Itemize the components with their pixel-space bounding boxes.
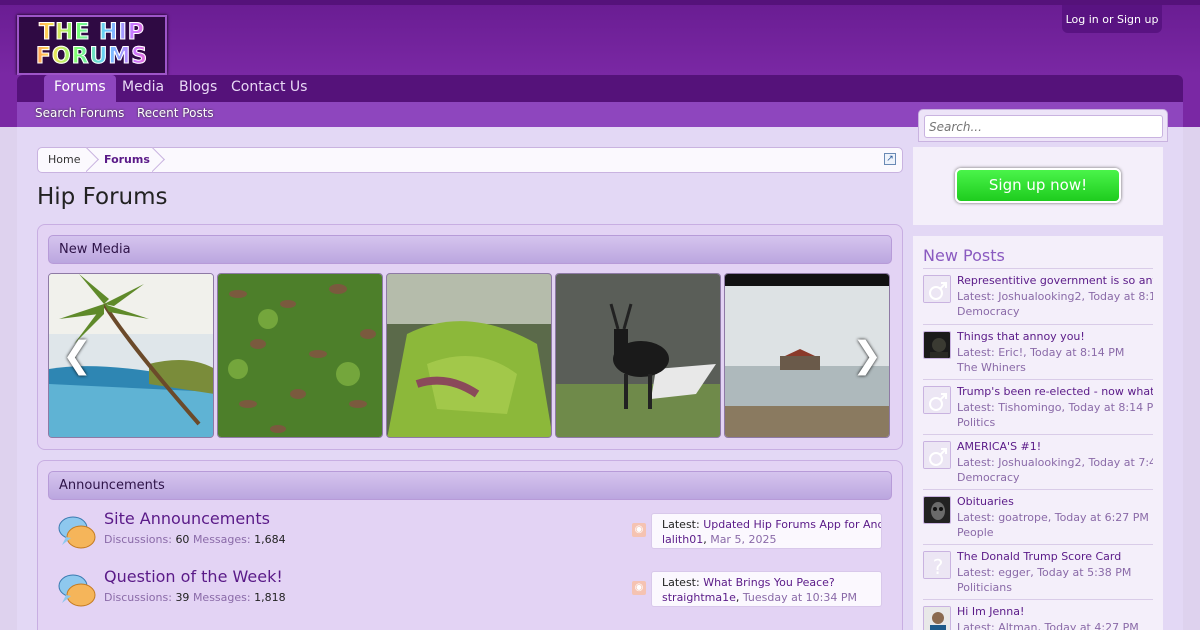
page-title: Hip Forums xyxy=(37,184,168,210)
media-thumbnail[interactable] xyxy=(555,273,721,438)
user-avatar[interactable] xyxy=(923,496,951,524)
latest-label: Latest: xyxy=(662,576,700,589)
site-logo[interactable]: THE HIP FORUMS xyxy=(17,15,167,75)
new-post-title[interactable]: Representitive government is so antiq... xyxy=(957,274,1153,287)
new-post-latest: Latest: egger, Today at 5:38 PM xyxy=(957,566,1132,579)
new-post-forum[interactable]: Democracy xyxy=(957,305,1020,318)
messages-label: Messages: xyxy=(192,591,251,604)
new-post-latest: Latest: goatrope, Today at 6:27 PM xyxy=(957,511,1149,524)
discussions-label: Discussions: xyxy=(104,533,172,546)
forum-speech-bubbles-icon xyxy=(58,574,96,607)
breadcrumb-forums[interactable]: Forums xyxy=(104,153,150,166)
discussions-count: 60 xyxy=(175,533,190,546)
new-post-item: Obituaries Latest: goatrope, Today at 6:… xyxy=(923,489,1153,544)
latest-thread-link[interactable]: What Brings You Peace? xyxy=(703,576,835,589)
search-box xyxy=(918,109,1168,142)
latest-post-box: Latest: Updated Hip Forums App for And..… xyxy=(651,513,882,549)
forum-speech-bubbles-icon xyxy=(58,516,96,549)
forum-title[interactable]: Site Announcements xyxy=(104,509,270,528)
breadcrumb-home[interactable]: Home xyxy=(48,153,80,166)
media-thumbnail[interactable] xyxy=(217,273,383,438)
forum-title[interactable]: Question of the Week! xyxy=(104,567,283,586)
new-post-title[interactable]: AMERICA'S #1! xyxy=(957,440,1153,453)
new-post-forum[interactable]: People xyxy=(957,526,994,539)
new-post-title[interactable]: Trump's been re-elected - now what? xyxy=(957,385,1153,398)
signup-panel: Sign up now! xyxy=(913,147,1163,225)
search-input[interactable] xyxy=(924,115,1163,138)
carousel-next-arrow[interactable]: ❯ xyxy=(852,335,882,376)
new-post-title[interactable]: Hi Im Jenna! xyxy=(957,605,1153,618)
latest-thread-link[interactable]: Updated Hip Forums App for And... xyxy=(703,518,881,531)
media-thumbnail[interactable] xyxy=(386,273,552,438)
new-posts-panel: New Posts Representitive government is s… xyxy=(913,236,1163,630)
new-post-latest: Latest: Tishomingo, Today at 8:14 PM xyxy=(957,401,1153,414)
new-post-forum[interactable]: The Whiners xyxy=(957,361,1026,374)
new-post-latest: Latest: Eric!, Today at 8:14 PM xyxy=(957,346,1125,359)
signup-button[interactable]: Sign up now! xyxy=(955,168,1121,203)
new-post-item: Hi Im Jenna! Latest: Altman, Today at 4:… xyxy=(923,599,1153,630)
forum-stats: Discussions: 39 Messages: 1,818 xyxy=(104,591,286,604)
header-bar: THE HIP FORUMS Log in or Sign up xyxy=(0,0,1200,75)
tab-media[interactable]: Media xyxy=(122,75,164,102)
tab-blogs[interactable]: Blogs xyxy=(179,75,217,102)
tab-contact-us[interactable]: Contact Us xyxy=(231,75,307,102)
new-post-title[interactable]: The Donald Trump Score Card xyxy=(957,550,1153,563)
new-post-latest: Latest: Joshualooking2, Today at 8:17... xyxy=(957,290,1153,303)
announcements-heading: Announcements xyxy=(48,471,892,500)
latest-date: Tuesday at 10:34 PM xyxy=(742,591,857,604)
new-media-heading: New Media xyxy=(48,235,892,264)
messages-label: Messages: xyxy=(192,533,251,546)
forum-stats: Discussions: 60 Messages: 1,684 xyxy=(104,533,286,546)
forum-row: Site Announcements Discussions: 60 Messa… xyxy=(38,507,904,563)
new-posts-title: New Posts xyxy=(923,246,1005,265)
nav-tabs: Forums Media Blogs Contact Us xyxy=(17,75,1183,102)
discussions-count: 39 xyxy=(175,591,190,604)
latest-date: Mar 5, 2025 xyxy=(710,533,777,546)
logo-text: THE HIP FORUMS xyxy=(22,20,162,69)
login-signup-link[interactable]: Log in or Sign up xyxy=(1062,5,1162,33)
discussions-label: Discussions: xyxy=(104,591,172,604)
messages-count: 1,818 xyxy=(254,591,286,604)
announcements-section: Announcements Site Announcements Discuss… xyxy=(37,460,903,630)
recent-posts-link[interactable]: Recent Posts xyxy=(137,106,214,120)
user-avatar[interactable] xyxy=(923,331,951,359)
new-post-forum[interactable]: Democracy xyxy=(957,471,1020,484)
new-post-item: Representitive government is so antiq...… xyxy=(923,268,1153,323)
new-post-item: AMERICA'S #1! Latest: Joshualooking2, To… xyxy=(923,434,1153,489)
new-post-item: Things that annoy you! Latest: Eric!, To… xyxy=(923,324,1153,379)
default-avatar-icon[interactable] xyxy=(923,275,951,303)
new-media-section: New Media ❮ ❯ xyxy=(37,224,903,450)
new-post-title[interactable]: Obituaries xyxy=(957,495,1153,508)
search-forums-link[interactable]: Search Forums xyxy=(35,106,124,120)
latest-user-link[interactable]: lalith01 xyxy=(662,533,703,546)
breadcrumb-separator xyxy=(152,147,166,173)
forum-row: Question of the Week! Discussions: 39 Me… xyxy=(38,565,904,621)
carousel-prev-arrow[interactable]: ❮ xyxy=(62,335,92,376)
breadcrumb-separator xyxy=(86,147,100,173)
new-post-forum[interactable]: Politics xyxy=(957,416,995,429)
breadcrumb: Home Forums ↗ xyxy=(37,147,903,173)
default-avatar-icon[interactable] xyxy=(923,441,951,469)
svg-text:?: ? xyxy=(933,555,944,579)
latest-user-link[interactable]: straightma1e xyxy=(662,591,736,604)
rss-icon[interactable]: ◉ xyxy=(632,523,646,537)
new-post-latest: Latest: Joshualooking2, Today at 7:46... xyxy=(957,456,1153,469)
new-post-latest: Latest: Altman, Today at 4:27 PM xyxy=(957,621,1139,630)
latest-label: Latest: xyxy=(662,518,700,531)
user-avatar[interactable] xyxy=(923,606,951,630)
new-post-forum[interactable]: Politicians xyxy=(957,581,1012,594)
latest-post-box: Latest: What Brings You Peace? straightm… xyxy=(651,571,882,607)
tab-forums[interactable]: Forums xyxy=(44,75,116,102)
new-post-title[interactable]: Things that annoy you! xyxy=(957,330,1153,343)
rss-icon[interactable]: ◉ xyxy=(632,581,646,595)
default-avatar-icon[interactable] xyxy=(923,386,951,414)
new-post-item: Trump's been re-elected - now what? Late… xyxy=(923,379,1153,434)
question-avatar-icon[interactable]: ? xyxy=(923,551,951,579)
new-post-item: ? The Donald Trump Score Card Latest: eg… xyxy=(923,544,1153,599)
expand-icon[interactable]: ↗ xyxy=(884,153,896,165)
messages-count: 1,684 xyxy=(254,533,286,546)
